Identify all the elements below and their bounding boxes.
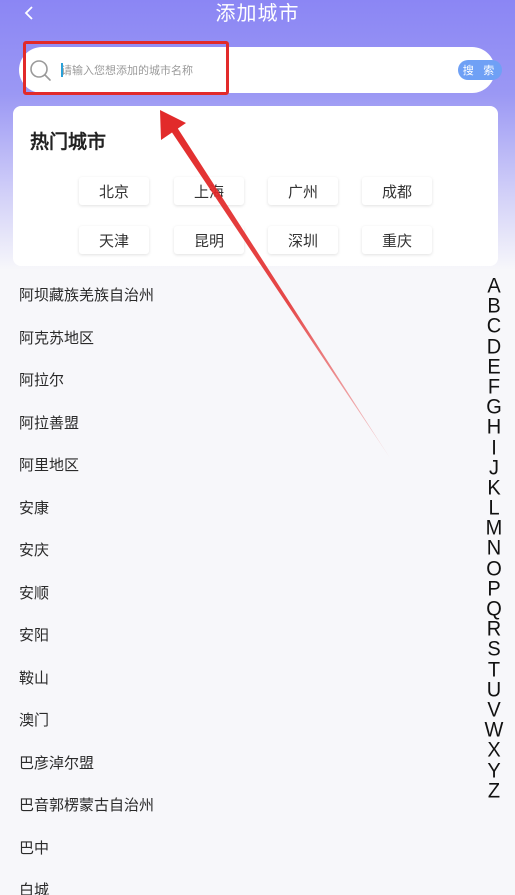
- hot-city-chip[interactable]: 昆明: [174, 226, 244, 254]
- hot-city-chip[interactable]: 北京: [79, 177, 149, 205]
- city-list-item[interactable]: 澳门: [19, 699, 154, 742]
- hot-city-chip[interactable]: 上海: [174, 177, 244, 205]
- hot-city-chip[interactable]: 成都: [362, 177, 432, 205]
- search-button[interactable]: 搜 索: [458, 60, 502, 80]
- search-input[interactable]: [61, 55, 431, 85]
- hot-cities-title: 热门城市: [30, 131, 107, 153]
- alphabet-index[interactable]: A B C D E F G H I J K L M N O P Q R S T …: [483, 275, 505, 801]
- index-letter[interactable]: I: [491, 437, 497, 458]
- city-list-item[interactable]: 安康: [19, 487, 154, 530]
- city-list-item[interactable]: 安顺: [19, 572, 154, 615]
- index-letter[interactable]: C: [487, 316, 501, 337]
- city-list-item[interactable]: 巴音郭楞蒙古自治州: [19, 784, 154, 827]
- city-list-item[interactable]: 安庆: [19, 529, 154, 572]
- hot-city-chip[interactable]: 广州: [268, 177, 338, 205]
- index-letter[interactable]: O: [486, 558, 502, 579]
- index-letter[interactable]: V: [487, 699, 500, 720]
- index-letter[interactable]: N: [487, 538, 501, 559]
- city-list-item[interactable]: 安阳: [19, 614, 154, 657]
- hot-city-chip[interactable]: 重庆: [362, 226, 432, 254]
- city-list-item[interactable]: 阿拉善盟: [19, 402, 154, 445]
- city-list-item[interactable]: 巴彦淖尔盟: [19, 742, 154, 785]
- index-letter[interactable]: P: [487, 578, 500, 599]
- index-letter[interactable]: U: [487, 679, 501, 700]
- city-list-item[interactable]: 阿克苏地区: [19, 317, 154, 360]
- hot-city-chip[interactable]: 深圳: [268, 226, 338, 254]
- city-list-item[interactable]: 阿坝藏族羌族自治州: [19, 274, 154, 317]
- city-list-item[interactable]: 阿里地区: [19, 444, 154, 487]
- index-letter[interactable]: E: [487, 356, 500, 377]
- city-list-item[interactable]: 鞍山: [19, 657, 154, 700]
- index-letter[interactable]: X: [487, 740, 500, 761]
- hot-city-chip[interactable]: 天津: [79, 226, 149, 254]
- header-bar: 添加城市: [0, 0, 515, 30]
- index-letter[interactable]: Z: [488, 780, 500, 801]
- page-title: 添加城市: [215, 1, 300, 25]
- index-letter[interactable]: T: [488, 659, 500, 680]
- city-list: 阿坝藏族羌族自治州 阿克苏地区 阿拉尔 阿拉善盟 阿里地区 安康 安庆 安顺 安…: [19, 274, 154, 895]
- search-bar: 搜 索: [19, 47, 502, 93]
- city-list-item[interactable]: 巴中: [19, 827, 154, 870]
- index-letter[interactable]: S: [487, 639, 500, 660]
- index-letter[interactable]: K: [487, 477, 500, 498]
- index-letter[interactable]: H: [487, 417, 501, 438]
- text-cursor: [61, 63, 63, 77]
- search-icon: [30, 60, 51, 81]
- index-letter[interactable]: D: [487, 336, 501, 357]
- index-letter[interactable]: Y: [487, 760, 500, 781]
- index-letter[interactable]: J: [489, 457, 499, 478]
- city-list-item[interactable]: 阿拉尔: [19, 359, 154, 402]
- city-list-item[interactable]: 白城: [19, 869, 154, 895]
- hot-cities-card: 热门城市 北京 上海 广州 成都 天津 昆明 深圳 重庆: [13, 106, 498, 266]
- index-letter[interactable]: F: [488, 376, 500, 397]
